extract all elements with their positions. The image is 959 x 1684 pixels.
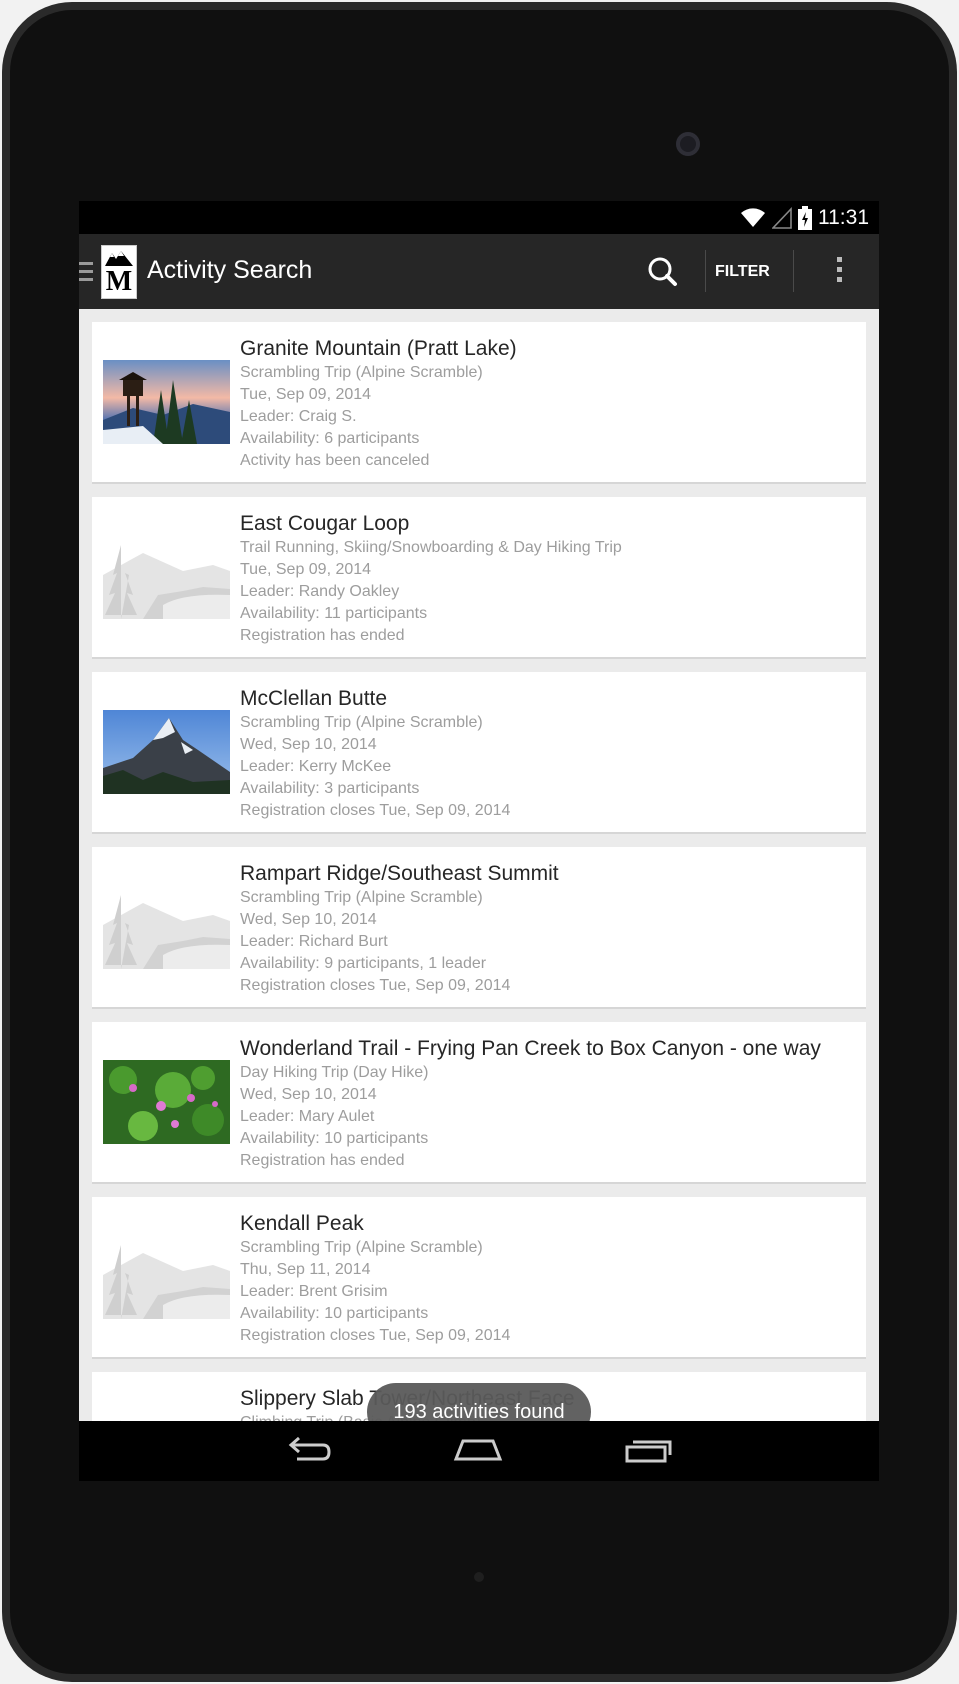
activity-title: Rampart Ridge/Southeast Summit <box>240 862 559 885</box>
filter-button[interactable]: FILTER <box>705 250 780 294</box>
activity-availability: Availability: 11 participants <box>240 605 428 622</box>
activity-leader: Leader: Craig S. <box>240 408 357 425</box>
activity-title: East Cougar Loop <box>240 512 410 535</box>
activity-availability: Availability: 9 participants, 1 leader <box>240 955 487 972</box>
activity-availability: Availability: 10 participants <box>240 1305 429 1322</box>
activity-type: Scrambling Trip (Alpine Scramble) <box>240 1239 483 1256</box>
search-icon <box>648 257 677 286</box>
activity-title: Kendall Peak <box>240 1212 364 1235</box>
activity-status: Activity has been canceled <box>240 452 430 469</box>
activity-title: Wonderland Trail - Frying Pan Creek to B… <box>240 1037 821 1060</box>
activity-availability: Availability: 10 participants <box>240 1130 429 1147</box>
front-camera <box>676 132 700 156</box>
home-button[interactable] <box>453 1433 503 1469</box>
activity-status: Registration has ended <box>240 627 405 644</box>
activity-leader: Leader: Richard Burt <box>240 933 388 950</box>
flowers-photo-thumbnail <box>103 1060 230 1144</box>
activity-type: Day Hiking Trip (Day Hike) <box>240 1064 429 1081</box>
light-sensor <box>474 1572 484 1582</box>
wifi-icon <box>741 207 765 227</box>
activity-card[interactable]: Kendall Peak Scrambling Trip (Alpine Scr… <box>92 1197 866 1359</box>
lookout-photo-thumbnail <box>103 360 230 444</box>
activity-availability: Availability: 3 participants <box>240 780 420 797</box>
back-icon <box>288 1436 331 1461</box>
action-bar: M Activity Search FILTER <box>79 234 879 309</box>
drawer-icon[interactable] <box>79 262 93 282</box>
placeholder-landscape-thumbnail <box>103 1410 230 1421</box>
activity-status: Registration closes Tue, Sep 09, 2014 <box>240 1327 511 1344</box>
activity-title: Granite Mountain (Pratt Lake) <box>240 337 517 360</box>
recents-icon <box>625 1440 672 1463</box>
placeholder-landscape-thumbnail <box>103 535 230 619</box>
screen: 11:31 M Activity Search FILTER Granite M… <box>79 201 879 1481</box>
overflow-menu-icon[interactable] <box>829 254 849 290</box>
activity-leader: Leader: Randy Oakley <box>240 583 400 600</box>
activity-card[interactable]: Rampart Ridge/Southeast Summit Scramblin… <box>92 847 866 1009</box>
page-title: Activity Search <box>147 256 313 284</box>
activity-card[interactable]: McClellan Butte Scrambling Trip (Alpine … <box>92 672 866 834</box>
placeholder-landscape-thumbnail <box>103 1235 230 1319</box>
activity-status: Registration closes Tue, Sep 09, 2014 <box>240 802 511 819</box>
signal-icon <box>772 206 792 229</box>
status-time: 11:31 <box>818 205 869 229</box>
activity-card[interactable]: Wonderland Trail - Frying Pan Creek to B… <box>92 1022 866 1184</box>
activity-availability: Availability: 6 participants <box>240 430 420 447</box>
activity-date: Tue, Sep 09, 2014 <box>240 561 372 578</box>
activity-date: Tue, Sep 09, 2014 <box>240 386 372 403</box>
home-icon <box>453 1439 503 1461</box>
activity-date: Wed, Sep 10, 2014 <box>240 911 377 928</box>
activity-status: Registration closes Tue, Sep 09, 2014 <box>240 977 511 994</box>
activity-card[interactable]: East Cougar Loop Trail Running, Skiing/S… <box>92 497 866 659</box>
logo-letter-m: M <box>105 266 133 297</box>
activity-type: Trail Running, Skiing/Snowboarding & Day… <box>240 539 622 556</box>
activity-leader: Leader: Mary Aulet <box>240 1108 375 1125</box>
tablet-device: 11:31 M Activity Search FILTER Granite M… <box>0 0 959 1684</box>
activity-type: Scrambling Trip (Alpine Scramble) <box>240 364 483 381</box>
app-logo[interactable]: M <box>101 245 137 299</box>
navigation-bar <box>79 1421 879 1481</box>
activity-date: Wed, Sep 10, 2014 <box>240 736 377 753</box>
activity-title: McClellan Butte <box>240 687 388 710</box>
activity-type: Scrambling Trip (Alpine Scramble) <box>240 714 483 731</box>
peak-photo-thumbnail <box>103 710 230 794</box>
result-count-toast: 193 activities found <box>367 1383 591 1421</box>
activity-type: Scrambling Trip (Alpine Scramble) <box>240 889 483 906</box>
activity-status: Registration has ended <box>240 1152 405 1169</box>
battery-icon <box>798 205 812 230</box>
activity-card[interactable]: Granite Mountain (Pratt Lake) Scrambling… <box>92 322 866 484</box>
activity-leader: Leader: Brent Grisim <box>240 1283 388 1300</box>
placeholder-landscape-thumbnail <box>103 885 230 969</box>
back-button[interactable] <box>283 1433 333 1469</box>
action-divider <box>793 250 794 292</box>
activity-date: Thu, Sep 11, 2014 <box>240 1261 371 1278</box>
activity-list[interactable]: Granite Mountain (Pratt Lake) Scrambling… <box>79 309 879 1421</box>
search-button[interactable] <box>641 250 685 294</box>
activity-date: Wed, Sep 10, 2014 <box>240 1086 377 1103</box>
recents-button[interactable] <box>623 1433 673 1469</box>
status-bar: 11:31 <box>79 201 879 234</box>
activity-leader: Leader: Kerry McKee <box>240 758 392 775</box>
